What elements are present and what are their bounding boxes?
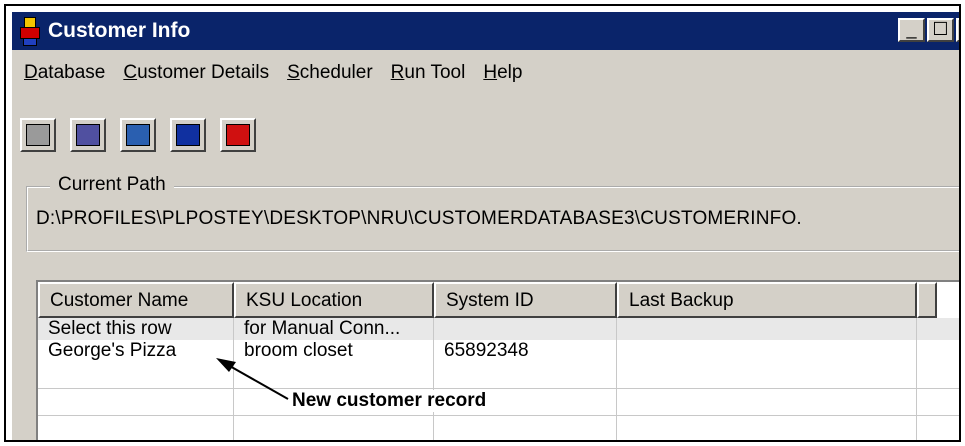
cell-customer-name: Select this row bbox=[38, 318, 234, 340]
cell-ksu-location: broom closet bbox=[234, 340, 434, 362]
menu-customer-details[interactable]: Customer Details bbox=[123, 62, 269, 84]
column-system-id[interactable]: System ID bbox=[434, 282, 617, 318]
column-ksu-location[interactable]: KSU Location bbox=[234, 282, 434, 318]
cell-system-id: 65892348 bbox=[434, 340, 617, 362]
cell-last-backup bbox=[617, 340, 917, 362]
title-bar[interactable]: Customer Info _ ☐ ✕ bbox=[12, 12, 959, 50]
maximize-button[interactable]: ☐ bbox=[927, 18, 954, 42]
phone-button[interactable] bbox=[20, 118, 56, 152]
menu-run-tool[interactable]: Run Tool bbox=[391, 62, 466, 84]
menu-help[interactable]: Help bbox=[483, 62, 522, 84]
cell-last-backup bbox=[617, 318, 917, 340]
table-row bbox=[38, 416, 959, 440]
bridge-icon bbox=[126, 124, 150, 146]
current-path-value: D:\PROFILES\PLPOSTEY\DESKTOP\NRU\CUSTOME… bbox=[36, 208, 802, 229]
minimize-button[interactable]: _ bbox=[898, 18, 925, 42]
building-button[interactable] bbox=[220, 118, 256, 152]
network-button[interactable] bbox=[170, 118, 206, 152]
cell-ksu-location: for Manual Conn... bbox=[234, 318, 434, 340]
bridge-button[interactable] bbox=[120, 118, 156, 152]
menu-database[interactable]: Database bbox=[24, 62, 105, 84]
customer-list[interactable]: Customer Name KSU Location System ID Las… bbox=[36, 280, 959, 440]
table-row[interactable]: George's Pizza broom closet 65892348 bbox=[38, 340, 959, 362]
cell-system-id bbox=[434, 318, 617, 340]
current-path-group: Current Path D:\PROFILES\PLPOSTEY\DESKTO… bbox=[26, 174, 959, 252]
table-row[interactable]: Select this row for Manual Conn... bbox=[38, 318, 959, 340]
customer-info-window: Customer Info _ ☐ ✕ Database Customer De… bbox=[12, 12, 959, 440]
column-last-backup[interactable]: Last Backup bbox=[617, 282, 917, 318]
list-header: Customer Name KSU Location System ID Las… bbox=[38, 282, 959, 318]
building-icon bbox=[226, 124, 250, 146]
table-row bbox=[38, 389, 959, 416]
menu-bar: Database Customer Details Scheduler Run … bbox=[12, 56, 528, 90]
window-title: Customer Info bbox=[48, 19, 191, 42]
toolbar bbox=[20, 118, 256, 152]
network-icon bbox=[176, 124, 200, 146]
cell-customer-name: George's Pizza bbox=[38, 340, 234, 362]
menu-scheduler[interactable]: Scheduler bbox=[287, 62, 373, 84]
close-button[interactable]: ✕ bbox=[956, 18, 959, 42]
table-row bbox=[38, 362, 959, 389]
current-path-label: Current Path bbox=[50, 174, 174, 196]
column-filler bbox=[917, 282, 937, 318]
annotation-text: New customer record bbox=[290, 390, 489, 412]
column-customer-name[interactable]: Customer Name bbox=[38, 282, 234, 318]
phone-icon bbox=[26, 124, 50, 146]
screenshot-frame: Customer Info _ ☐ ✕ Database Customer De… bbox=[4, 4, 961, 442]
customer-search-icon bbox=[76, 124, 100, 146]
customer-search-button[interactable] bbox=[70, 118, 106, 152]
app-icon bbox=[18, 17, 40, 46]
